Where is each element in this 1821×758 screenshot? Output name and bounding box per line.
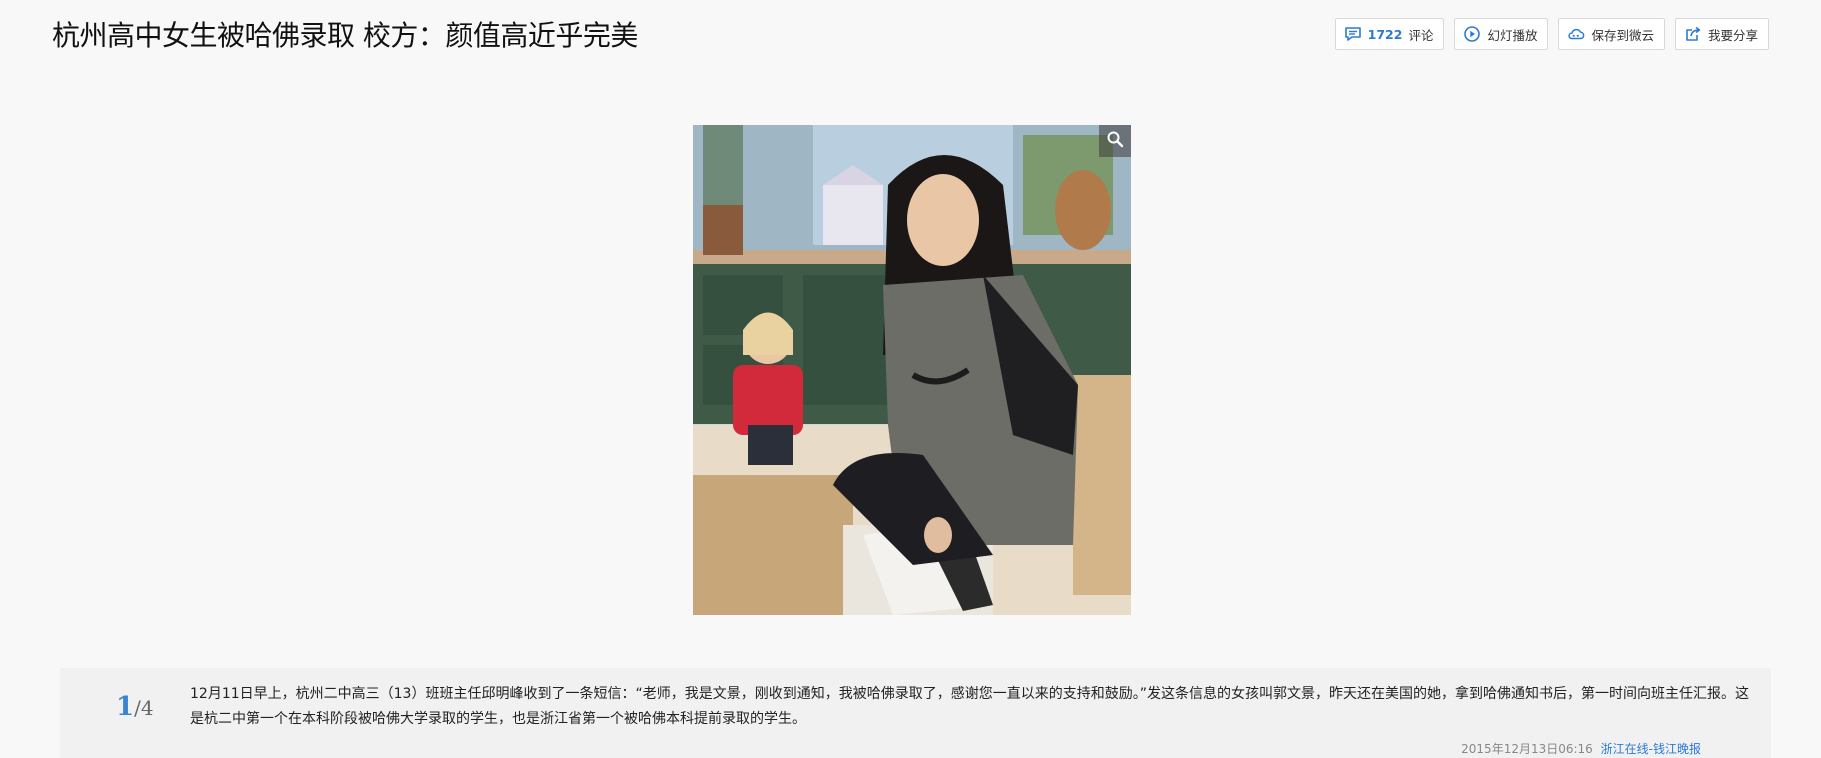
page-counter: 1/4 — [116, 692, 154, 722]
share-button[interactable]: 我要分享 — [1674, 18, 1769, 50]
source-link[interactable]: 浙江在线-钱江晚报 — [1601, 742, 1701, 756]
main-photo[interactable] — [693, 125, 1131, 615]
slideshow-label: 幻灯播放 — [1487, 27, 1538, 43]
header: 杭州高中女生被哈佛录取 校方：颜值高近乎完美 1722 评论 幻灯播放 保存到微… — [0, 0, 1821, 80]
comments-button[interactable]: 1722 评论 — [1334, 18, 1445, 50]
publish-date: 2015年12月13日06:16 — [1461, 742, 1593, 756]
play-circle-icon — [1463, 25, 1481, 43]
share-label: 我要分享 — [1707, 27, 1758, 43]
comment-count: 1722 — [1367, 26, 1403, 42]
comment-icon — [1344, 25, 1362, 43]
caption-text: 12月11日早上，杭州二中高三（13）班班主任邱明峰收到了一条短信：“老师，我是… — [190, 686, 1749, 727]
caption-meta: 2015年12月13日06:16 浙江在线-钱江晚报 — [1461, 740, 1701, 757]
comments-label: 评论 — [1408, 27, 1434, 43]
page-separator: / — [134, 696, 141, 720]
save-to-cloud-label: 保存到微云 — [1591, 27, 1654, 43]
cloud-icon — [1567, 25, 1585, 43]
page-title: 杭州高中女生被哈佛录取 校方：颜值高近乎完美 — [52, 19, 638, 52]
zoom-button[interactable] — [1099, 125, 1131, 157]
slideshow-button[interactable]: 幻灯播放 — [1454, 18, 1549, 50]
share-icon — [1684, 25, 1702, 43]
magnifier-icon — [1106, 130, 1124, 152]
photo-illustration — [693, 125, 1131, 615]
page-current: 1 — [116, 692, 135, 722]
caption-panel: 1/4 12月11日早上，杭州二中高三（13）班班主任邱明峰收到了一条短信：“老… — [60, 668, 1771, 758]
toolbar: 1722 评论 幻灯播放 保存到微云 我要分享 — [1334, 18, 1769, 50]
page-total: 4 — [140, 696, 154, 720]
save-to-cloud-button[interactable]: 保存到微云 — [1558, 18, 1665, 50]
